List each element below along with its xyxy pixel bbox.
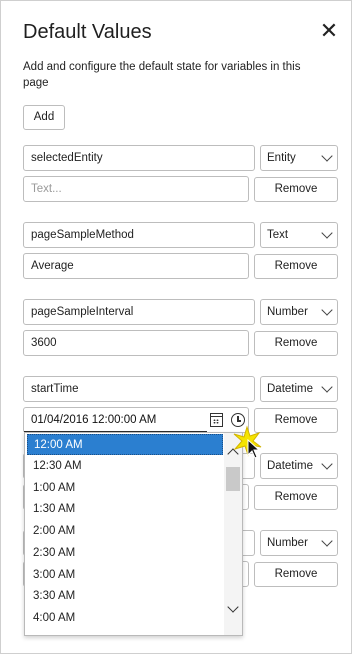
remove-button[interactable]: Remove: [254, 485, 338, 510]
default-values-panel: Default Values ✕ Add and configure the d…: [0, 0, 352, 654]
panel-description: Add and configure the default state for …: [23, 61, 301, 89]
add-button[interactable]: Add: [23, 105, 65, 130]
remove-button[interactable]: Remove: [254, 177, 338, 202]
variable-value-input[interactable]: 3600: [23, 330, 249, 356]
variable-name-input[interactable]: pageSampleMethod: [23, 222, 255, 248]
variable-type-text: Number: [267, 537, 308, 549]
variable-type-text: Number: [267, 306, 308, 318]
variable-name-text: pageSampleMethod: [31, 229, 134, 241]
mouse-cursor-icon: [247, 439, 261, 459]
variable-type-text: Text: [267, 229, 289, 241]
time-option[interactable]: 12:00 AM: [27, 434, 223, 455]
dropdown-scrollbar[interactable]: [224, 433, 242, 635]
close-icon[interactable]: ✕: [318, 20, 340, 43]
variable-name-text: startTime: [31, 383, 79, 395]
variable-name-text: pageSampleInterval: [31, 306, 134, 318]
variable-type-select[interactable]: Datetime: [260, 376, 338, 402]
time-option[interactable]: 12:30 AM: [27, 456, 223, 477]
datetime-input[interactable]: 01/04/2016 12:00:00 AM: [23, 407, 249, 433]
variable-value-input[interactable]: Text...: [23, 176, 249, 202]
chevron-down-icon: [321, 381, 333, 393]
remove-button[interactable]: Remove: [254, 254, 338, 279]
variable-type-select[interactable]: Number: [260, 530, 338, 556]
variable-value-text: 3600: [31, 337, 57, 349]
variable-value-input[interactable]: Average: [23, 253, 249, 279]
variable-type-select[interactable]: Datetime: [260, 453, 338, 479]
datetime-value: 01/04/2016 12:00:00 AM: [31, 414, 157, 426]
chevron-down-icon: [321, 227, 333, 239]
panel-title: Default Values: [23, 21, 152, 43]
remove-button[interactable]: Remove: [254, 562, 338, 587]
time-option[interactable]: 4:00 AM: [27, 608, 223, 629]
variable-type-select[interactable]: Text: [260, 222, 338, 248]
time-option[interactable]: 2:00 AM: [27, 521, 223, 542]
variable-name-text: selectedEntity: [31, 152, 103, 164]
scroll-down-icon[interactable]: [227, 601, 239, 613]
chevron-down-icon: [321, 304, 333, 316]
time-option[interactable]: 2:30 AM: [27, 543, 223, 564]
variable-value-text: Average: [31, 260, 74, 272]
variable-name-input[interactable]: selectedEntity: [23, 145, 255, 171]
variable-type-text: Datetime: [267, 460, 314, 472]
time-dropdown[interactable]: 12:00 AM 12:30 AM 1:00 AM 1:30 AM 2:00 A…: [24, 432, 243, 636]
variable-name-input[interactable]: pageSampleInterval: [23, 299, 255, 325]
chevron-down-icon: [321, 150, 333, 162]
variable-name-input[interactable]: startTime: [23, 376, 255, 402]
remove-button[interactable]: Remove: [254, 331, 338, 356]
variable-type-text: Entity: [267, 152, 296, 164]
variable-value-placeholder: Text...: [31, 183, 62, 195]
scroll-thumb[interactable]: [226, 467, 240, 491]
time-option[interactable]: 1:00 AM: [27, 478, 223, 499]
variable-type-select[interactable]: Entity: [260, 145, 338, 171]
time-option[interactable]: 3:00 AM: [27, 565, 223, 586]
time-option[interactable]: 3:30 AM: [27, 586, 223, 607]
variable-type-select[interactable]: Number: [260, 299, 338, 325]
chevron-down-icon: [321, 458, 333, 470]
remove-button[interactable]: Remove: [254, 408, 338, 433]
chevron-down-icon: [321, 535, 333, 547]
calendar-icon[interactable]: [210, 413, 223, 427]
variable-type-text: Datetime: [267, 383, 314, 395]
time-option[interactable]: 1:30 AM: [27, 499, 223, 520]
